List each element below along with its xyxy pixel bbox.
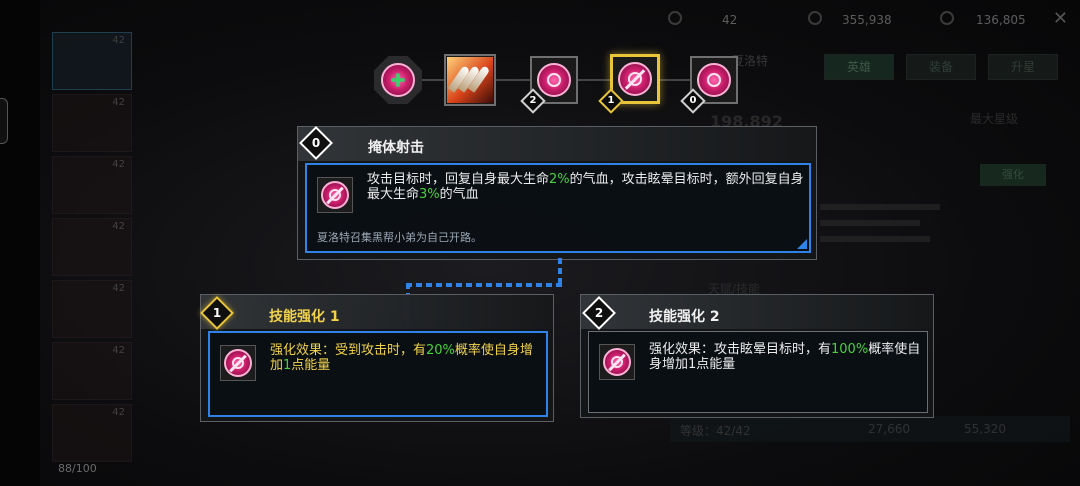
skill-node-bullets[interactable] bbox=[444, 54, 496, 106]
skill-node-heal[interactable] bbox=[374, 56, 422, 104]
skill-tree: 2 1 0 bbox=[0, 0, 1080, 120]
hero-level: 42 bbox=[112, 221, 125, 232]
desc-value: 3% bbox=[419, 187, 440, 202]
hero-count: 88/100 bbox=[58, 462, 97, 475]
skill-thumb bbox=[220, 345, 256, 381]
skill-level-value: 0 bbox=[311, 136, 321, 150]
hero-level: 42 bbox=[112, 159, 125, 170]
desc-text: 攻击目标时，回复自身最大生命 bbox=[367, 172, 550, 187]
enhance-description: 强化效果：攻击眩晕目标时，有100%概率使自身增加1点能量 bbox=[649, 342, 921, 372]
skill-node-cover-fire[interactable]: 1 bbox=[598, 54, 660, 114]
skill-level-value: 2 bbox=[529, 95, 537, 106]
skill-thumb bbox=[599, 344, 635, 380]
desc-value: 100% bbox=[831, 342, 869, 357]
enhance-description: 强化效果：受到攻击时，有20%概率使自身增加1点能量 bbox=[270, 343, 542, 373]
enhance-button[interactable]: 强化 bbox=[980, 164, 1046, 186]
skill-node-gang[interactable]: 0 bbox=[680, 56, 738, 114]
stat-bar bbox=[820, 204, 940, 210]
hero-level: 42 bbox=[112, 345, 125, 356]
cover-fire-skill-icon bbox=[618, 62, 652, 96]
skill-level-value: 1 bbox=[607, 95, 615, 106]
enhance-card-1[interactable]: 1 技能强化 1 强化效果：受到攻击时，有20%概率使自身增加1点能量 bbox=[200, 294, 554, 422]
enhance-level-value: 2 bbox=[594, 306, 604, 320]
stat-bar bbox=[820, 236, 930, 242]
cost-value: 55,320 bbox=[964, 422, 1006, 436]
enhance-title: 技能强化 2 bbox=[649, 309, 720, 325]
bullet-skill-icon bbox=[447, 57, 493, 103]
cover-fire-skill-icon bbox=[321, 181, 349, 209]
desc-value: 2% bbox=[549, 172, 570, 187]
stat-bar bbox=[820, 220, 920, 226]
hero-level: 42 bbox=[112, 283, 125, 294]
enhance-title: 技能强化 1 bbox=[269, 309, 340, 325]
skill-node-grenade[interactable]: 2 bbox=[520, 56, 578, 114]
desc-text: 强化效果：受到攻击时，有 bbox=[270, 343, 427, 358]
hero-level: 42 bbox=[112, 407, 125, 418]
card-header bbox=[201, 295, 553, 329]
grenade-icon bbox=[547, 73, 561, 87]
cover-fire-skill-icon bbox=[603, 348, 631, 376]
gang-icon bbox=[707, 73, 721, 87]
hero-card[interactable]: 42 bbox=[52, 404, 132, 462]
enhance-level-value: 1 bbox=[212, 306, 222, 320]
card-header bbox=[581, 295, 933, 329]
hero-card[interactable]: 42 bbox=[52, 280, 132, 338]
skill-thumb bbox=[317, 177, 353, 213]
skill-description: 攻击目标时，回复自身最大生命2%的气血，攻击眩晕目标时，额外回复自身最大生命3%… bbox=[367, 172, 807, 202]
desc-text: 点能量 bbox=[291, 358, 331, 373]
hero-level-text: 等级：42/42 bbox=[680, 424, 751, 438]
cost-value: 27,660 bbox=[868, 422, 910, 436]
hero-card[interactable]: 42 bbox=[52, 156, 132, 214]
grenade-skill-icon bbox=[537, 63, 571, 97]
skill-detail-card: 0 掩体射击 攻击目标时，回复自身最大生命2%的气血，攻击眩晕目标时，额外回复自… bbox=[297, 126, 817, 260]
skill-description-box: 攻击目标时，回复自身最大生命2%的气血，攻击眩晕目标时，额外回复自身最大生命3%… bbox=[305, 163, 811, 253]
enhance-description-box: 强化效果：受到攻击时，有20%概率使自身增加1点能量 bbox=[208, 331, 548, 417]
desc-value: 20% bbox=[426, 343, 455, 358]
skill-title: 掩体射击 bbox=[368, 140, 424, 156]
desc-text: 强化效果：攻击眩晕目标时，有 bbox=[649, 342, 832, 357]
tree-connector bbox=[558, 258, 562, 286]
desc-text: 的气血 bbox=[439, 187, 479, 202]
hero-card[interactable]: 42 bbox=[52, 342, 132, 400]
corner-accent bbox=[797, 239, 807, 249]
enhance-card-2[interactable]: 2 技能强化 2 强化效果：攻击眩晕目标时，有100%概率使自身增加1点能量 bbox=[580, 294, 934, 418]
tree-connector bbox=[406, 283, 562, 287]
cover-fire-skill-icon bbox=[224, 349, 252, 377]
skill-level-value: 0 bbox=[689, 95, 697, 106]
enhance-description-box: 强化效果：攻击眩晕目标时，有100%概率使自身增加1点能量 bbox=[588, 331, 928, 413]
hero-card[interactable]: 42 bbox=[52, 218, 132, 276]
gang-skill-icon bbox=[697, 63, 731, 97]
plus-icon bbox=[391, 73, 405, 87]
skill-flavor-text: 夏洛特召集黑帮小弟为自己开路。 bbox=[317, 231, 482, 244]
